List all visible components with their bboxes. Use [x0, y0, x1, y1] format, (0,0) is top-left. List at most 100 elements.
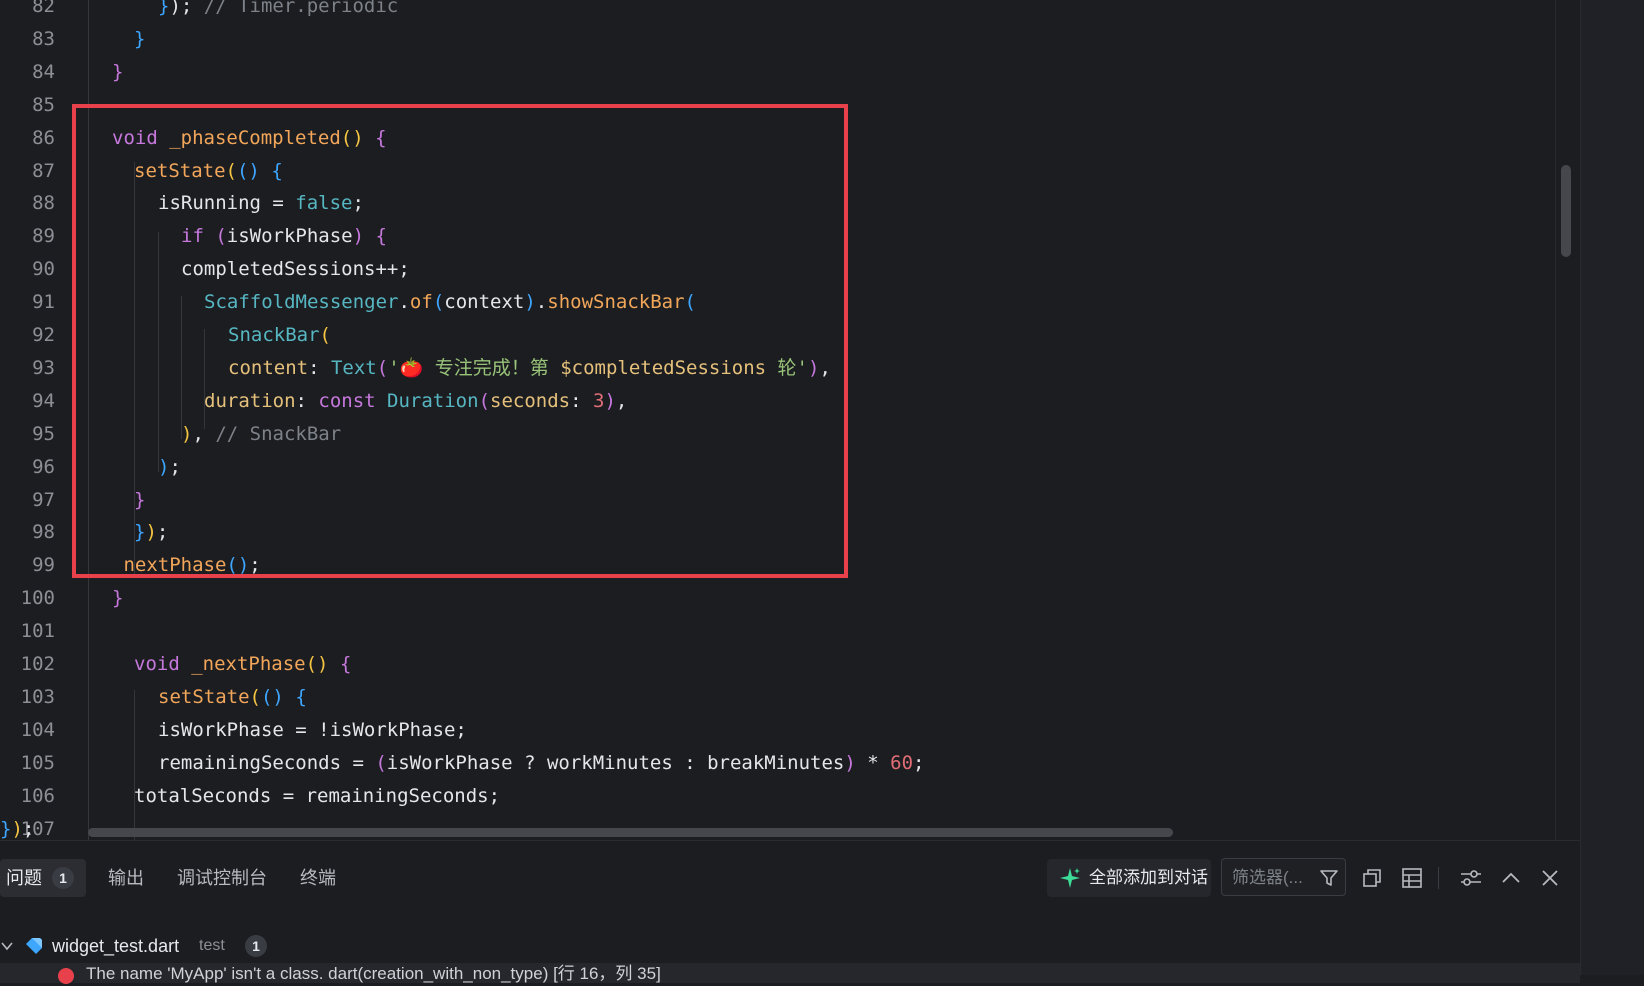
code-token: , [615, 389, 628, 412]
code-token: void [112, 126, 170, 149]
code-line[interactable]: void _phaseCompleted() { [112, 122, 387, 155]
code-token: 专注完成！第 [423, 356, 561, 379]
code-line[interactable]: ), // SnackBar [181, 418, 341, 451]
code-token: false [295, 192, 353, 215]
add-all-to-chat-button[interactable]: 全部添加到对话 [1047, 859, 1211, 897]
indent-guide [88, 0, 89, 840]
code-token: ) [145, 521, 157, 544]
code-line[interactable]: isWorkPhase = !isWorkPhase; [158, 714, 467, 747]
chevron-up-icon[interactable] [1497, 864, 1525, 892]
code-line[interactable]: _nextPhase(); [112, 549, 261, 582]
code-token: duration [204, 389, 296, 412]
code-line[interactable]: } [134, 484, 145, 517]
code-token: * [855, 751, 891, 774]
code-line[interactable]: setState(() { [158, 681, 307, 714]
code-token: // Timer.periodic [192, 0, 399, 17]
code-line[interactable]: duration: const Duration(seconds: 3), [204, 385, 627, 418]
code-line[interactable]: ); [158, 451, 181, 484]
code-token: ) [181, 422, 193, 445]
toolbar-divider [1438, 867, 1439, 889]
code-line[interactable]: ScaffoldMessenger.of(context).showSnackB… [204, 286, 696, 319]
code-line[interactable]: setState(() { [134, 155, 283, 188]
code-token: . [398, 291, 410, 314]
code-token: () [236, 159, 260, 182]
copy-icon[interactable] [1358, 864, 1386, 892]
filter-icon[interactable] [1319, 868, 1339, 888]
code-token: if [181, 225, 216, 248]
add-all-label: 全部添加到对话 [1089, 868, 1208, 887]
problem-message: The name 'MyApp' isn't a class. dart(cre… [86, 964, 661, 983]
code-area[interactable]: }); // Timer.periodic}} void _phaseComple… [0, 0, 1580, 840]
vertical-scrollbar-track[interactable] [1555, 0, 1580, 840]
code-token: ( [375, 751, 387, 774]
error-icon [58, 968, 74, 984]
table-view-icon[interactable] [1398, 864, 1426, 892]
code-token: isWorkPhase ? workMinutes : breakMinutes [386, 751, 845, 774]
indent-guide [158, 232, 159, 472]
code-token: ); [169, 0, 193, 17]
code-token: _nextPhase [191, 653, 306, 675]
tab-problems[interactable]: 问题 1 [0, 859, 86, 897]
code-line[interactable]: SnackBar( [228, 319, 331, 352]
code-token: ( [225, 159, 237, 182]
code-line[interactable]: } [134, 23, 145, 56]
code-token: } [134, 27, 146, 50]
horizontal-scrollbar-thumb[interactable] [88, 828, 1173, 837]
code-token: { [375, 126, 387, 149]
tab-problems-label: 问题 [6, 868, 42, 888]
problem-file-folder: test [199, 937, 225, 954]
code-token: void [134, 653, 192, 675]
tab-terminal[interactable]: 终端 [300, 859, 336, 897]
vertical-scrollbar-thumb[interactable] [1561, 165, 1571, 257]
code-line[interactable]: }); [0, 813, 34, 841]
code-token: ) [11, 817, 23, 840]
tab-output[interactable]: 输出 [108, 859, 144, 897]
tab-debug-console[interactable]: 调试控制台 [177, 859, 267, 897]
settings-sliders-icon[interactable] [1457, 864, 1485, 892]
code-token: Duration [387, 389, 479, 412]
code-token: SnackBar [228, 324, 320, 346]
code-line[interactable]: if (isWorkPhase) { [181, 220, 387, 253]
code-token: seconds [490, 389, 571, 412]
code-token: { [339, 653, 352, 675]
code-token: 60 [890, 751, 914, 774]
code-token: of [409, 291, 433, 314]
code-line[interactable]: } [112, 582, 123, 615]
code-token: ; [249, 554, 261, 577]
code-token: ( [249, 685, 261, 708]
code-token: ) [808, 356, 820, 379]
chevron-down-icon[interactable] [0, 939, 14, 953]
code-token: 3 [592, 389, 605, 412]
code-token: { [295, 685, 307, 708]
code-token: ) [524, 291, 536, 314]
code-token: ) [352, 225, 365, 248]
code-line[interactable]: }); [134, 516, 168, 549]
code-token: _phaseCompleted [169, 126, 341, 149]
code-token: ) [158, 455, 170, 478]
code-token: totalSeconds = remainingSeconds; [134, 784, 501, 807]
code-token: const [318, 389, 388, 412]
filter-input[interactable]: 筛选器(... [1221, 858, 1346, 896]
problems-count-badge: 1 [52, 867, 74, 889]
code-line[interactable]: totalSeconds = remainingSeconds; [134, 780, 500, 813]
code-line[interactable]: completedSessions++; [181, 253, 410, 286]
code-token: completedSessions++; [181, 258, 410, 281]
code-line[interactable]: isRunning = false; [158, 187, 364, 220]
code-line[interactable]: remainingSeconds = (isWorkPhase ? workMi… [158, 747, 924, 780]
code-editor[interactable]: 82 83 84 85 86 87 88 89 90 91 92 93 94 95 96 97 98 99 100 1… [0, 0, 1580, 840]
code-token: { [271, 159, 283, 182]
code-line[interactable]: } [112, 56, 123, 89]
code-line[interactable]: content: Text('🍅 专注完成！第 $completedSessio… [228, 352, 831, 385]
code-token: } [112, 60, 124, 83]
code-line[interactable]: void _nextPhase() { [134, 648, 351, 681]
code-token: setState [134, 159, 226, 182]
code-token: 🍅 [399, 356, 424, 379]
code-token: content [228, 356, 309, 379]
code-token: () [305, 653, 329, 675]
close-icon[interactable] [1536, 864, 1564, 892]
code-token: showSnackBar [547, 291, 685, 314]
code-token: ( [215, 225, 227, 248]
code-token: ( [478, 389, 491, 412]
code-line[interactable]: }); // Timer.periodic [158, 0, 398, 23]
